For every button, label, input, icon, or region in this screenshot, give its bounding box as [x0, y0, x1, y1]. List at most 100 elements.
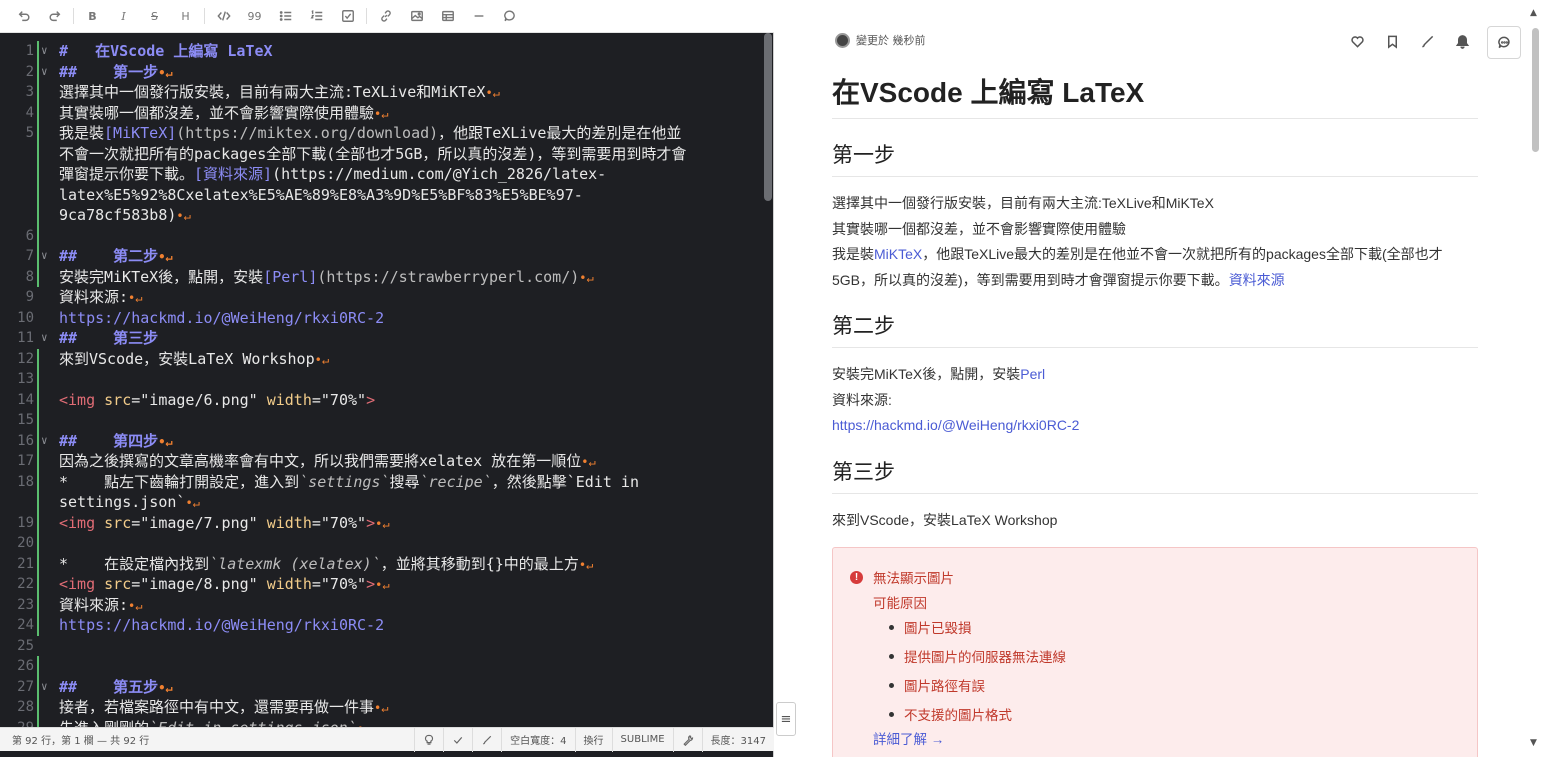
code-line[interactable]: 24 https://hackmd.io/@WeiHeng/rkxi0RC-2 [0, 615, 774, 636]
code-line[interactable]: 17 因為之後撰寫的文章高機率會有中文，所以我們需要將xelatex 放在第一順位… [0, 451, 774, 472]
code-line[interactable]: 8 安裝完MiKTeX後，點開，安裝[Perl](https://strawber… [0, 267, 774, 288]
line-number: 21 [17, 555, 34, 572]
fold-chevron-icon[interactable]: ∨ [41, 62, 48, 83]
line-number: 26 [17, 658, 34, 674]
code-line-text: <img src="image/7.png" width="70%">•↵ [59, 513, 390, 532]
bookmark-button[interactable] [1385, 34, 1401, 50]
code-line[interactable]: 1 ∨ # 在VScode 上編寫 LaTeX [0, 41, 774, 62]
code-line[interactable]: 14 <img src="image/6.png" width="70%"> [0, 390, 774, 411]
code-editor[interactable]: 1 ∨ # 在VScode 上編寫 LaTeX 2 ∨ ## 第一步•↵ 3 選擇其中一個發行… [0, 33, 774, 727]
strikethrough-icon: S [151, 9, 158, 23]
suggestion-button[interactable] [414, 727, 443, 752]
code-line[interactable]: 7 ∨ ## 第二步•↵ [0, 246, 774, 267]
code-line[interactable]: 12 來到VScode，安裝LaTeX Workshop•↵ [0, 349, 774, 370]
code-line[interactable]: 29 先進入剛剛的`Edit in settings.json`•↵ [0, 718, 774, 728]
undo-button[interactable] [8, 3, 39, 29]
code-line[interactable]: 27 ∨ ## 第五步•↵ [0, 677, 774, 698]
line-number: 18 [17, 473, 34, 490]
change-marker [37, 348, 39, 636]
avatar[interactable] [835, 32, 850, 48]
heading-button[interactable]: H [170, 3, 201, 29]
code-line[interactable]: 4 其實裝哪一個都沒差，並不會影響實際使用體驗•↵ [0, 103, 774, 124]
code-line[interactable]: 19 <img src="image/7.png" width="70%">•↵ [0, 513, 774, 534]
table-button[interactable] [432, 3, 463, 29]
code-line[interactable]: 15 [0, 410, 774, 431]
code-line[interactable]: 11 ∨ ## 第三步 [0, 328, 774, 349]
code-line[interactable]: 26 [0, 656, 774, 677]
link-button[interactable] [370, 3, 401, 29]
fold-chevron-icon[interactable]: ∨ [41, 328, 48, 349]
star-button[interactable] [1350, 34, 1366, 50]
rendered-document: 在VScode 上編寫 LaTeX 第一步 選擇其中一個發行版安裝，目前有兩大主… [832, 75, 1478, 552]
scroll-down-icon[interactable]: ▼ [1530, 738, 1537, 748]
scrollbar-thumb[interactable] [1532, 28, 1539, 152]
edit-button[interactable] [1420, 34, 1436, 50]
code-line[interactable]: 28 接者，若檔案路徑中有中文，還需要再做一件事•↵ [0, 697, 774, 718]
code-line[interactable]: 25 [0, 636, 774, 657]
fold-chevron-icon[interactable]: ∨ [41, 246, 48, 267]
pane-resize-handle[interactable]: ≡ [776, 702, 796, 736]
code-line[interactable]: 18 * 點左下齒輪打開設定，進入到`settings`搜尋`recipe`，然後… [0, 472, 774, 493]
line-number: 13 [17, 371, 34, 387]
link-miktex[interactable]: MiKTeX [874, 246, 922, 262]
learn-more-link[interactable]: 詳細了解 → [873, 728, 944, 748]
code-line[interactable]: 彈窗提示你要下載。[資料來源](https://medium.com/@Yich… [0, 164, 774, 185]
spellcheck-button[interactable] [443, 727, 472, 752]
undo-icon [18, 11, 29, 22]
code-line[interactable]: 5 我是裝[MiKTeX](https://miktex.org/download… [0, 123, 774, 144]
keymap-selector[interactable]: SUBLIME [611, 727, 673, 752]
redo-button[interactable] [39, 3, 70, 29]
preview-scrollbar[interactable]: ▲ ▼ [1529, 8, 1541, 753]
code-line[interactable]: 22 <img src="image/8.png" width="70%">•↵ [0, 574, 774, 595]
line-number: 25 [17, 637, 34, 654]
checklist-button[interactable] [332, 3, 363, 29]
image-error-title-text: 無法顯示圖片 [873, 571, 954, 586]
code-line-text: ## 第一步•↵ [59, 62, 173, 81]
code-line[interactable]: 21 * 在設定檔內找到`latexmk (xelatex)`，並將其移動到{}中… [0, 554, 774, 575]
comment-button[interactable] [494, 3, 525, 29]
tab-width-selector[interactable]: 空白寬度：4 [501, 727, 574, 752]
horizontal-rule-button[interactable] [463, 3, 494, 29]
heart-icon [1351, 36, 1364, 48]
fold-chevron-icon[interactable]: ∨ [41, 431, 48, 452]
code-line[interactable]: latex%E5%92%8Cxelatex%E5%AE%89%E8%A3%9D%… [0, 185, 774, 206]
code-line[interactable]: 23 資料來源:•↵ [0, 595, 774, 616]
code-line[interactable]: 16 ∨ ## 第四步•↵ [0, 431, 774, 452]
numbered-list-button[interactable] [301, 3, 332, 29]
scroll-up-icon[interactable]: ▲ [1530, 8, 1537, 18]
wrap-toggle[interactable]: 換行 [574, 727, 612, 752]
code-line[interactable]: settings.json`•↵ [0, 492, 774, 513]
format-button[interactable] [472, 727, 501, 752]
app-window: B I S H 99 1 ∨ # 在VScode 上編寫 LaTeX 2 ∨ ## 第一步… [0, 0, 1541, 757]
code-line[interactable]: 不會一次就把所有的packages全部下載(全部也才5GB，所以真的沒差)，等到… [0, 144, 774, 165]
bullet-icon [889, 711, 894, 717]
code-line-text: https://hackmd.io/@WeiHeng/rkxi0RC-2 [59, 308, 385, 327]
fold-chevron-icon[interactable]: ∨ [41, 41, 48, 62]
strikethrough-button[interactable]: S [139, 3, 170, 29]
notification-button[interactable] [1455, 34, 1471, 50]
link-hackmd[interactable]: https://hackmd.io/@WeiHeng/rkxi0RC-2 [832, 417, 1079, 433]
code-line[interactable]: 9ca78cf583b8)•↵ [0, 205, 774, 226]
wrench-icon [682, 734, 693, 746]
code-line[interactable]: 3 選擇其中一個發行版安裝，目前有兩大主流:TeXLive和MiKTeX•↵ [0, 82, 774, 103]
line-number: 17 [17, 453, 34, 469]
editor-scrollbar[interactable] [764, 33, 772, 201]
link-perl[interactable]: Perl [1020, 366, 1045, 382]
italic-button[interactable]: I [108, 3, 139, 29]
code-line[interactable]: 9 資料來源:•↵ [0, 287, 774, 308]
image-button[interactable] [401, 3, 432, 29]
link-source[interactable]: 資料來源 [1229, 272, 1285, 288]
comment-panel-button[interactable] [1487, 26, 1521, 59]
fold-chevron-icon[interactable]: ∨ [41, 677, 48, 698]
code-line[interactable]: 13 [0, 369, 774, 390]
bullet-list-button[interactable] [270, 3, 301, 29]
line-number: 27 [17, 678, 34, 695]
bold-button[interactable]: B [77, 3, 108, 29]
code-line[interactable]: 10 https://hackmd.io/@WeiHeng/rkxi0RC-2 [0, 308, 774, 329]
quote-button[interactable]: 99 [239, 3, 270, 29]
code-line[interactable]: 2 ∨ ## 第一步•↵ [0, 62, 774, 83]
code-line[interactable]: 6 [0, 226, 774, 247]
settings-button[interactable] [672, 727, 702, 752]
code-button[interactable] [208, 3, 239, 29]
code-line[interactable]: 20 [0, 533, 774, 554]
